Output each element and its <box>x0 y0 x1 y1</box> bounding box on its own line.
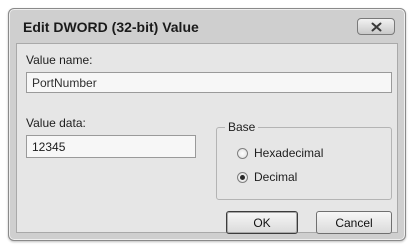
value-data-input[interactable]: 12345 <box>26 135 196 158</box>
radio-decimal[interactable]: Decimal <box>237 169 297 185</box>
title-bar[interactable]: Edit DWORD (32-bit) Value <box>9 9 405 43</box>
radio-decimal-label: Decimal <box>254 170 298 184</box>
dialog-body: Value name: PortNumber Value data: 12345… <box>16 43 398 234</box>
radio-hexadecimal-label: Hexadecimal <box>254 146 324 160</box>
base-legend: Base <box>225 120 259 134</box>
close-icon <box>371 22 382 32</box>
dialog-title: Edit DWORD (32-bit) Value <box>23 19 199 35</box>
radio-unchecked-icon[interactable] <box>237 147 248 159</box>
value-name-field[interactable]: PortNumber <box>26 72 392 93</box>
value-name-label: Value name: <box>26 53 93 67</box>
base-groupbox: Base Hexadecimal Decimal <box>216 120 392 200</box>
close-button[interactable] <box>357 18 395 35</box>
radio-checked-icon[interactable] <box>237 171 248 183</box>
ok-button[interactable]: OK <box>226 211 298 234</box>
value-data-label: Value data: <box>26 116 86 130</box>
cancel-button[interactable]: Cancel <box>316 211 392 234</box>
radio-hexadecimal[interactable]: Hexadecimal <box>237 145 323 161</box>
edit-dword-dialog: Edit DWORD (32-bit) Value Value name: Po… <box>8 8 406 241</box>
